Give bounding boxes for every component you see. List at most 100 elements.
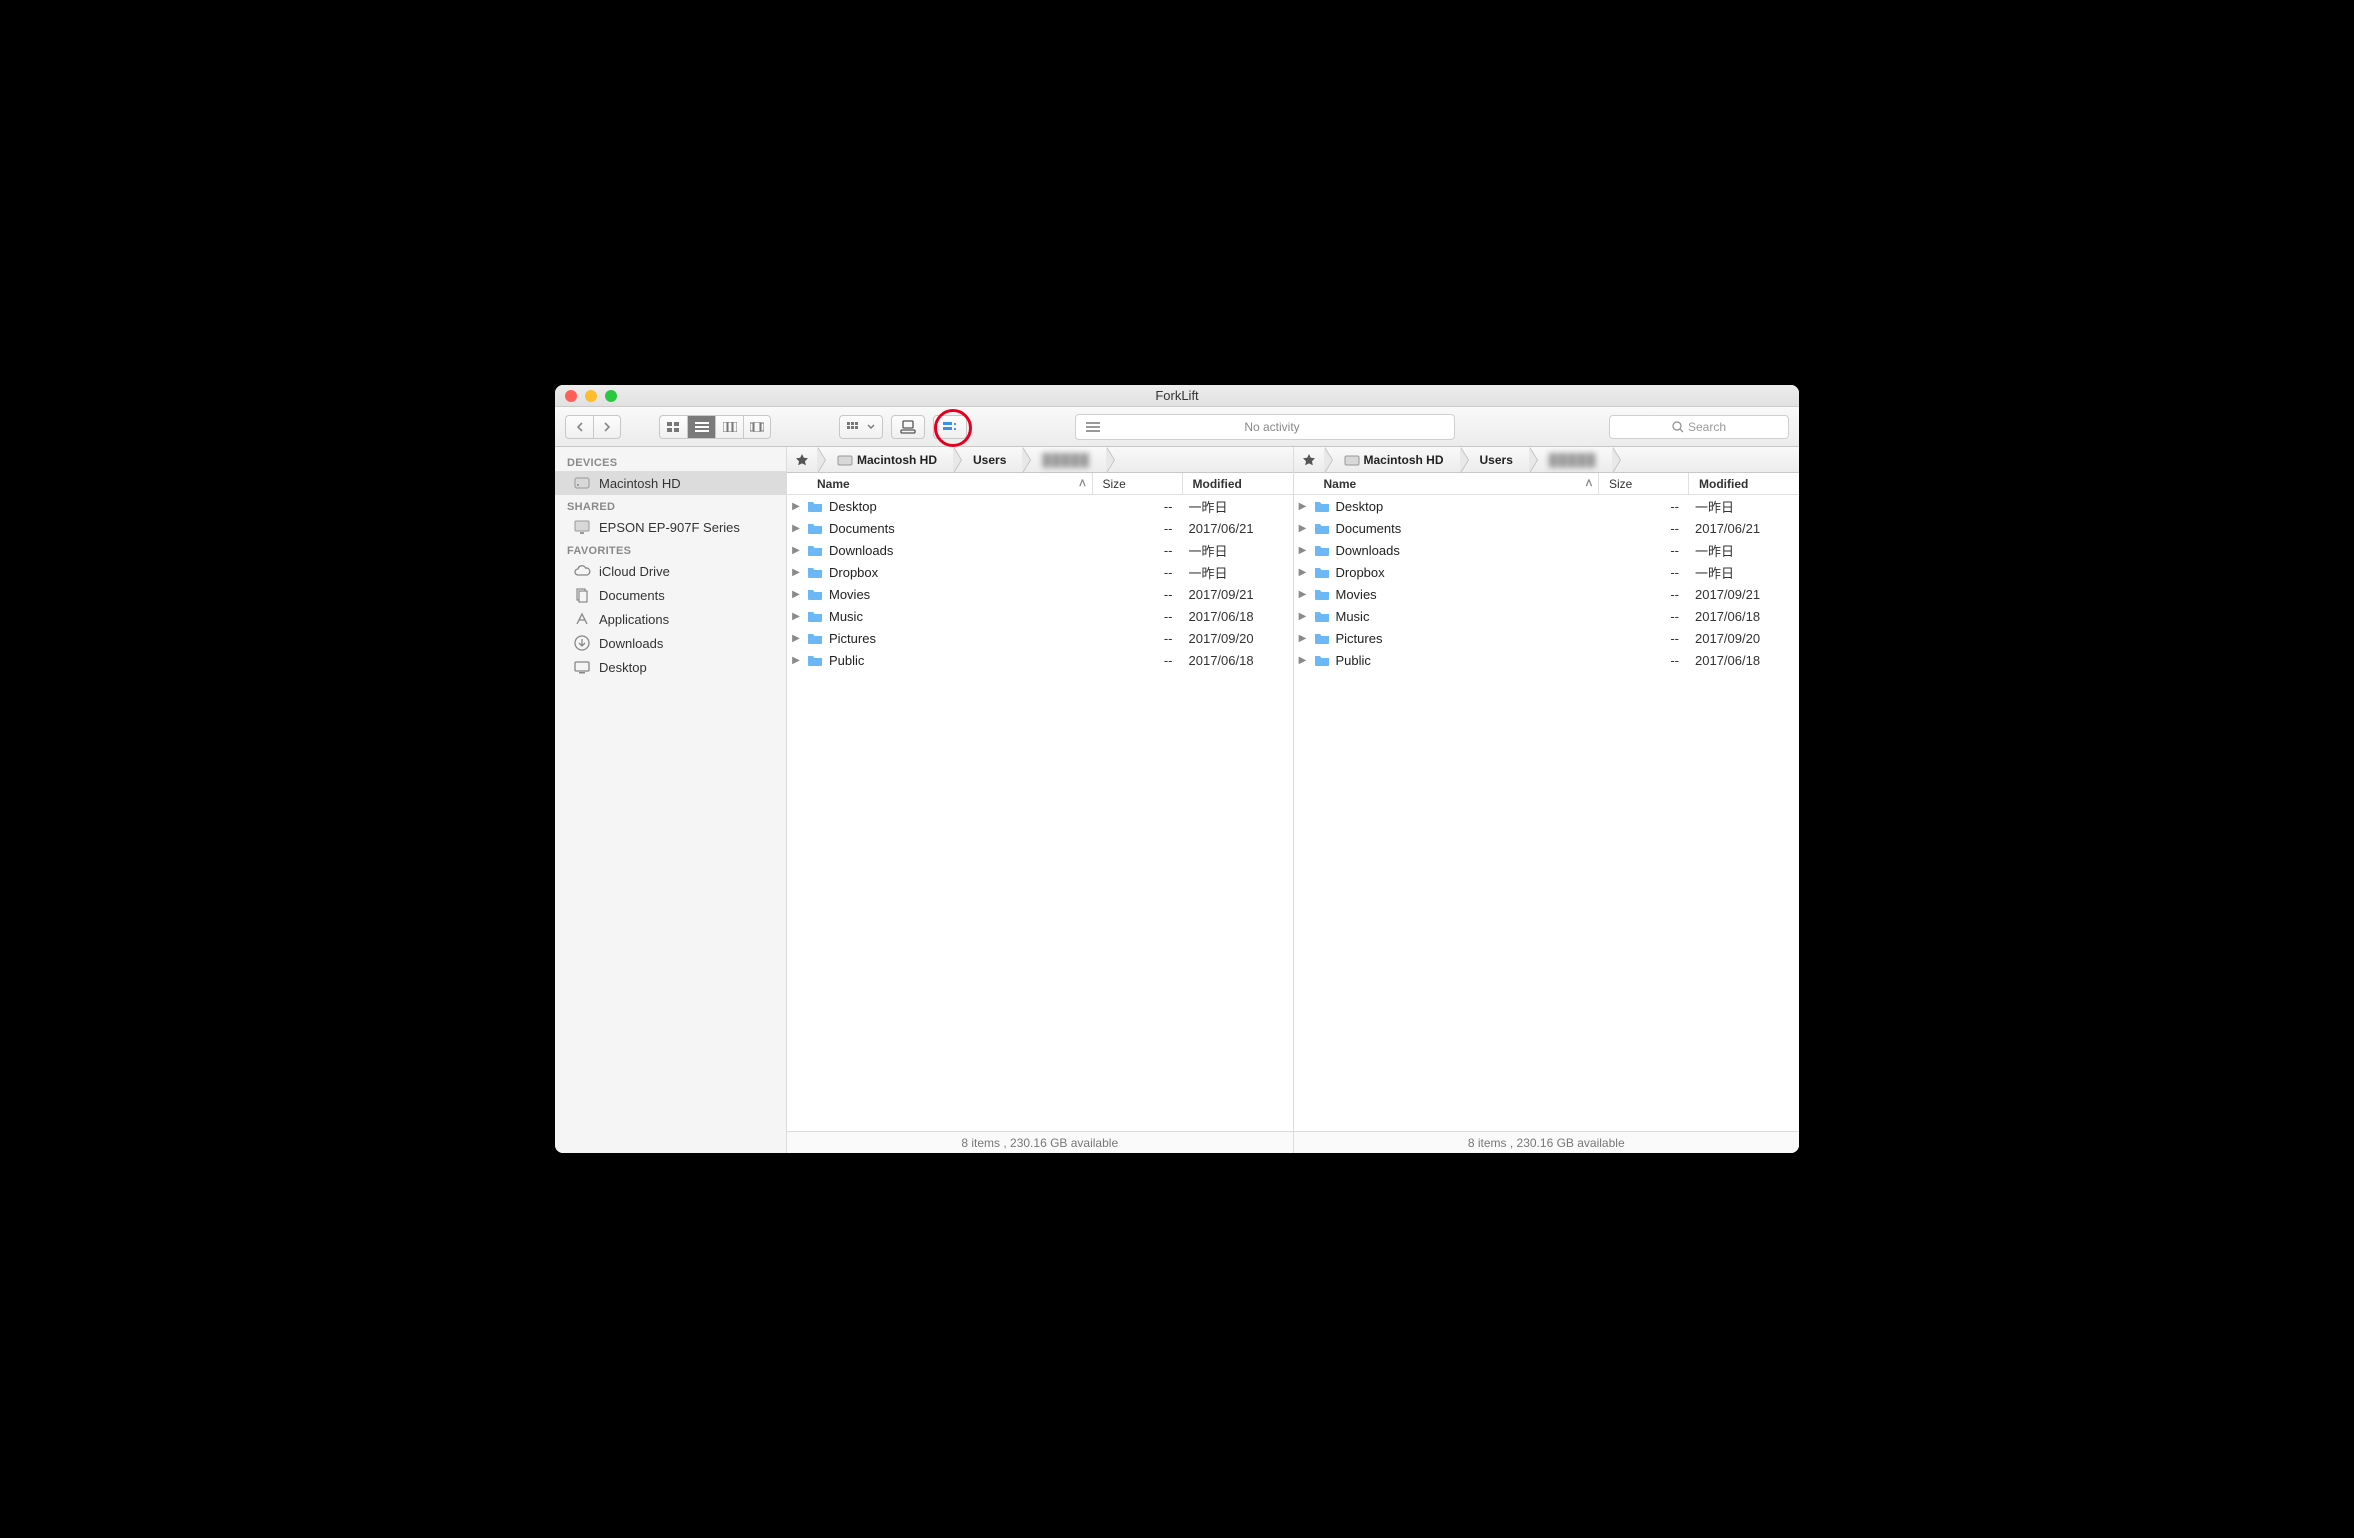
disclosure-triangle-icon[interactable]: ▶ bbox=[1294, 567, 1312, 578]
disclosure-triangle-icon[interactable]: ▶ bbox=[1294, 633, 1312, 644]
file-row[interactable]: ▶Documents--2017/06/21 bbox=[787, 517, 1293, 539]
disclosure-triangle-icon[interactable]: ▶ bbox=[1294, 523, 1312, 534]
disclosure-triangle-icon[interactable]: ▶ bbox=[1294, 545, 1312, 556]
path-crumb[interactable]: █████ bbox=[1022, 447, 1106, 472]
disclosure-triangle-icon[interactable]: ▶ bbox=[787, 501, 805, 512]
file-row[interactable]: ▶Dropbox--一昨日 bbox=[1294, 561, 1800, 583]
file-row[interactable]: ▶Documents--2017/06/21 bbox=[1294, 517, 1800, 539]
list-view-icon bbox=[695, 422, 709, 432]
disclosure-triangle-icon[interactable]: ▶ bbox=[1294, 655, 1312, 666]
forward-button[interactable] bbox=[593, 415, 621, 439]
file-row[interactable]: ▶Music--2017/06/18 bbox=[787, 605, 1293, 627]
file-modified: 2017/06/18 bbox=[1689, 653, 1799, 668]
col-modified[interactable]: Modified bbox=[1183, 473, 1293, 494]
gallery-view-button[interactable] bbox=[743, 415, 771, 439]
sidebar-item[interactable]: Downloads bbox=[555, 631, 786, 655]
favorites-crumb[interactable] bbox=[787, 447, 817, 472]
file-size: -- bbox=[1093, 521, 1183, 536]
file-row[interactable]: ▶Movies--2017/09/21 bbox=[1294, 583, 1800, 605]
folder-icon bbox=[805, 609, 825, 623]
file-row[interactable]: ▶Downloads--一昨日 bbox=[1294, 539, 1800, 561]
disclosure-triangle-icon[interactable]: ▶ bbox=[787, 523, 805, 534]
gallery-view-icon bbox=[750, 422, 764, 432]
file-size: -- bbox=[1093, 609, 1183, 624]
disclosure-triangle-icon[interactable]: ▶ bbox=[787, 567, 805, 578]
desktop-icon bbox=[573, 658, 591, 676]
disclosure-triangle-icon[interactable]: ▶ bbox=[1294, 589, 1312, 600]
file-name: Downloads bbox=[1332, 543, 1600, 558]
col-size[interactable]: Size bbox=[1599, 473, 1689, 494]
path-crumb[interactable]: Users bbox=[953, 447, 1022, 472]
monitor-icon bbox=[573, 518, 591, 536]
sidebar-item[interactable]: Macintosh HD bbox=[555, 471, 786, 495]
activity-text: No activity bbox=[1100, 420, 1444, 434]
file-name: Desktop bbox=[1332, 499, 1600, 514]
actions-dropdown[interactable] bbox=[839, 415, 883, 439]
sync-button[interactable] bbox=[933, 415, 967, 439]
file-row[interactable]: ▶Public--2017/06/18 bbox=[787, 649, 1293, 671]
path-crumb[interactable]: █████ bbox=[1529, 447, 1613, 472]
file-size: -- bbox=[1093, 499, 1183, 514]
path-crumb[interactable]: Macintosh HD bbox=[1324, 447, 1460, 472]
disclosure-triangle-icon[interactable]: ▶ bbox=[1294, 501, 1312, 512]
file-size: -- bbox=[1093, 653, 1183, 668]
file-size: -- bbox=[1093, 631, 1183, 646]
file-row[interactable]: ▶Desktop--一昨日 bbox=[787, 495, 1293, 517]
file-list[interactable]: ▶Desktop--一昨日▶Documents--2017/06/21▶Down… bbox=[787, 495, 1293, 1131]
sidebar-item-label: Downloads bbox=[599, 636, 663, 651]
icon-view-button[interactable] bbox=[659, 415, 687, 439]
titlebar: ForkLift bbox=[555, 385, 1799, 407]
col-name[interactable]: Nameᐱ bbox=[787, 473, 1093, 494]
disclosure-triangle-icon[interactable]: ▶ bbox=[787, 545, 805, 556]
file-modified: 2017/06/18 bbox=[1183, 653, 1293, 668]
search-field[interactable]: Search bbox=[1609, 415, 1789, 439]
file-size: -- bbox=[1093, 587, 1183, 602]
file-row[interactable]: ▶Public--2017/06/18 bbox=[1294, 649, 1800, 671]
col-modified[interactable]: Modified bbox=[1689, 473, 1799, 494]
folder-icon bbox=[805, 587, 825, 601]
file-pane: Macintosh HDUsers█████NameᐱSizeModified ▶… bbox=[1294, 447, 1800, 1153]
file-name: Pictures bbox=[825, 631, 1093, 646]
path-crumb[interactable]: Macintosh HD bbox=[817, 447, 953, 472]
nav-group bbox=[565, 415, 621, 439]
disclosure-triangle-icon[interactable]: ▶ bbox=[787, 655, 805, 666]
file-modified: 一昨日 bbox=[1183, 497, 1293, 516]
back-button[interactable] bbox=[565, 415, 593, 439]
file-modified: 2017/09/21 bbox=[1689, 587, 1799, 602]
sidebar-item[interactable]: Documents bbox=[555, 583, 786, 607]
folder-icon bbox=[1312, 565, 1332, 579]
file-row[interactable]: ▶Pictures--2017/09/20 bbox=[787, 627, 1293, 649]
file-name: Documents bbox=[1332, 521, 1600, 536]
disclosure-triangle-icon[interactable]: ▶ bbox=[787, 633, 805, 644]
sidebar-item[interactable]: Applications bbox=[555, 607, 786, 631]
favorites-crumb[interactable] bbox=[1294, 447, 1324, 472]
file-name: Public bbox=[1332, 653, 1600, 668]
file-size: -- bbox=[1599, 565, 1689, 580]
file-modified: 一昨日 bbox=[1183, 541, 1293, 560]
file-row[interactable]: ▶Desktop--一昨日 bbox=[1294, 495, 1800, 517]
file-row[interactable]: ▶Movies--2017/09/21 bbox=[787, 583, 1293, 605]
window-title: ForkLift bbox=[555, 388, 1799, 403]
connect-button[interactable] bbox=[891, 415, 925, 439]
sidebar-item[interactable]: EPSON EP-907F Series bbox=[555, 515, 786, 539]
col-size[interactable]: Size bbox=[1093, 473, 1183, 494]
disclosure-triangle-icon[interactable]: ▶ bbox=[1294, 611, 1312, 622]
status-bar: 8 items , 230.16 GB available bbox=[1294, 1131, 1800, 1153]
file-row[interactable]: ▶Downloads--一昨日 bbox=[787, 539, 1293, 561]
file-row[interactable]: ▶Music--2017/06/18 bbox=[1294, 605, 1800, 627]
col-name[interactable]: Nameᐱ bbox=[1294, 473, 1600, 494]
file-row[interactable]: ▶Dropbox--一昨日 bbox=[787, 561, 1293, 583]
sidebar-item-label: Applications bbox=[599, 612, 669, 627]
sidebar-item[interactable]: Desktop bbox=[555, 655, 786, 679]
disclosure-triangle-icon[interactable]: ▶ bbox=[787, 611, 805, 622]
column-view-button[interactable] bbox=[715, 415, 743, 439]
file-list[interactable]: ▶Desktop--一昨日▶Documents--2017/06/21▶Down… bbox=[1294, 495, 1800, 1131]
disclosure-triangle-icon[interactable]: ▶ bbox=[787, 589, 805, 600]
list-view-button[interactable] bbox=[687, 415, 715, 439]
file-modified: 2017/06/18 bbox=[1689, 609, 1799, 624]
file-size: -- bbox=[1599, 543, 1689, 558]
path-crumb[interactable]: Users bbox=[1460, 447, 1529, 472]
folder-icon bbox=[805, 521, 825, 535]
file-row[interactable]: ▶Pictures--2017/09/20 bbox=[1294, 627, 1800, 649]
sidebar-item[interactable]: iCloud Drive bbox=[555, 559, 786, 583]
